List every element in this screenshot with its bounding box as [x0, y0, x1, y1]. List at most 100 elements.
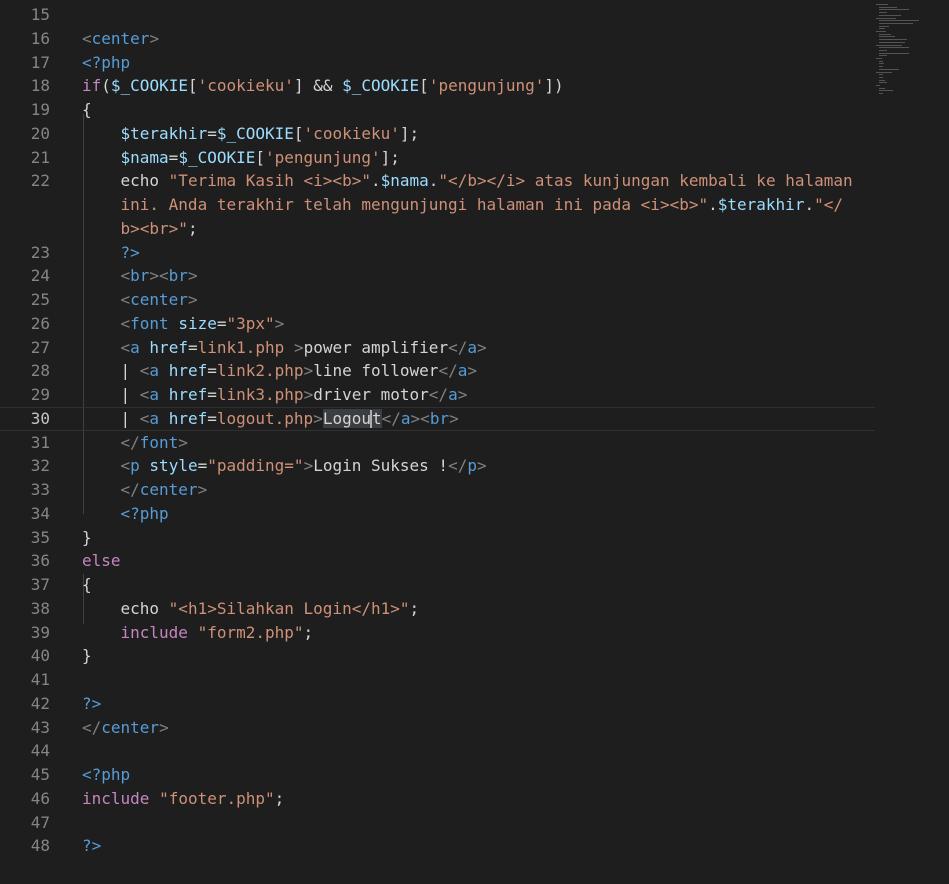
line-number: 35 [30, 527, 50, 547]
code-line[interactable]: 21 $nama=$_COOKIE['pengunjung']; [0, 146, 875, 170]
code-token: } [82, 527, 92, 547]
code-token: < [120, 290, 131, 309]
minimap-line [879, 60, 883, 62]
code-line[interactable]: 36 else [0, 549, 875, 573]
code-line[interactable]: 43 </center> [0, 716, 875, 740]
code-token: = [197, 456, 208, 476]
code-token: > [187, 266, 198, 286]
code-line[interactable]: 46 include "footer.php"; [0, 787, 875, 811]
minimap-line [879, 9, 909, 11]
code-token: | [120, 385, 140, 404]
code-token: 'cookieku' [197, 76, 294, 96]
code-line[interactable]: 29 | <a href=link3.php>driver motor</a> [0, 383, 875, 407]
code-token: a [149, 408, 160, 428]
code-line[interactable]: 44 [0, 739, 875, 763]
code-token: > [303, 385, 314, 404]
code-token: style [149, 456, 198, 476]
code-line[interactable]: 48 ?> [0, 834, 875, 858]
code-token: ]) [544, 76, 564, 96]
code-token: line follower [313, 361, 439, 381]
code-token: ( [101, 76, 111, 96]
minimap-line [879, 93, 883, 95]
code-token: ; [274, 788, 285, 808]
line-number: 46 [30, 788, 50, 808]
code-text: ?> [121, 241, 140, 265]
code-line[interactable]: 33 </center> [0, 478, 875, 502]
code-token: $terakhir [120, 123, 208, 143]
code-token: > [197, 480, 208, 499]
line-number: 42 [30, 693, 50, 713]
line-number: 32 [30, 456, 50, 476]
code-line[interactable]: 39 include "form2.php"; [0, 621, 875, 645]
code-text: $terakhir=$_COOKIE['cookieku']; [121, 122, 420, 146]
code-token: a [457, 361, 468, 381]
code-line[interactable]: 17 <?php [0, 51, 875, 75]
code-line[interactable]: 19 { [0, 98, 875, 122]
code-line[interactable]: 47 [0, 811, 875, 835]
code-token: a [149, 385, 160, 404]
minimap-line [876, 44, 902, 46]
line-number: 29 [30, 385, 50, 404]
code-token: </ [82, 717, 102, 737]
code-line[interactable]: 26 <font size="3px"> [0, 312, 875, 336]
code-text: echo "<h1>Silahkan Login</h1>"; [121, 597, 420, 621]
line-number: 31 [30, 432, 50, 452]
code-line[interactable]: 32 <p style="padding=">Login Sukses !</p> [0, 454, 875, 478]
code-editor[interactable]: 15 16 <center> 17 <?php 18 if($_COOKIE['cookie… [0, 0, 949, 884]
code-line[interactable]: 27 <a href=link1.php >power amplifier</a> [0, 336, 875, 360]
code-token: </ [381, 408, 401, 428]
minimap-line [879, 74, 883, 76]
code-token: href [168, 385, 208, 404]
code-line[interactable]: 35} [0, 526, 875, 550]
code-line[interactable]: 23 ?> [0, 241, 875, 265]
code-line[interactable]: 28 | <a href=link2.php>line follower</a> [0, 359, 875, 383]
code-line[interactable]: 45 <?php [0, 763, 875, 787]
code-line[interactable]: 15 [0, 3, 875, 27]
minimap-line [879, 68, 899, 70]
code-text: <br><br> [121, 264, 198, 288]
minimap-line [879, 39, 907, 41]
code-line[interactable]: 40} [0, 644, 875, 668]
code-text: <?php [82, 51, 130, 75]
code-token: else [82, 551, 121, 571]
code-token: > [476, 337, 487, 357]
code-token: < [139, 385, 150, 404]
line-number: 19 [30, 100, 50, 119]
code-line[interactable]: 31 </font> [0, 431, 875, 455]
code-text: } [82, 644, 92, 668]
code-line[interactable]: 42 ?> [0, 692, 875, 716]
code-line[interactable]: 24 <br><br> [0, 264, 875, 288]
code-line[interactable]: 38 echo "<h1>Silahkan Login</h1>"; [0, 597, 875, 621]
line-number: 21 [30, 147, 50, 167]
code-line[interactable]: 25 <center> [0, 288, 875, 312]
minimap-line [879, 20, 919, 22]
line-number: 23 [30, 242, 50, 262]
code-token: ini. Anda terakhir telah mengunjungi hal… [120, 195, 709, 214]
code-line[interactable]: 20 $terakhir=$_COOKIE['cookieku']; [0, 122, 875, 146]
code-line[interactable]: 18 if($_COOKIE['cookieku'] && $_COOKIE['p… [0, 74, 875, 98]
line-number: 36 [30, 551, 50, 571]
code-line[interactable]: 22 echo "Terima Kasih <i><b>".$nama."</b>… [0, 169, 875, 193]
code-token: > [187, 290, 198, 309]
code-line[interactable]: 16 <center> [0, 27, 875, 51]
code-line[interactable]: 34 <?php [0, 502, 875, 526]
code-line[interactable]: 41 [0, 668, 875, 692]
code-text: else [82, 549, 121, 573]
line-number: 20 [30, 123, 50, 143]
code-token: $terakhir [717, 195, 805, 214]
code-token: . [370, 171, 381, 191]
code-line[interactable]: b><br>"; [0, 217, 875, 241]
code-token: echo [120, 171, 169, 191]
line-number: 43 [30, 717, 50, 737]
code-line[interactable]: ini. Anda terakhir telah mengunjungi hal… [0, 193, 875, 217]
code-line[interactable]: 30 | <a href=logout.php>Logout</a><br> [0, 406, 875, 431]
code-token: p [467, 456, 477, 476]
code-token: 'pengunjung' [428, 76, 545, 96]
code-token: = [168, 147, 179, 167]
code-token: 'pengunjung' [265, 147, 381, 167]
code-line[interactable]: 37 { [0, 573, 875, 597]
minimap[interactable] [872, 0, 949, 100]
minimap-line [876, 58, 882, 59]
line-number: 38 [30, 598, 50, 618]
